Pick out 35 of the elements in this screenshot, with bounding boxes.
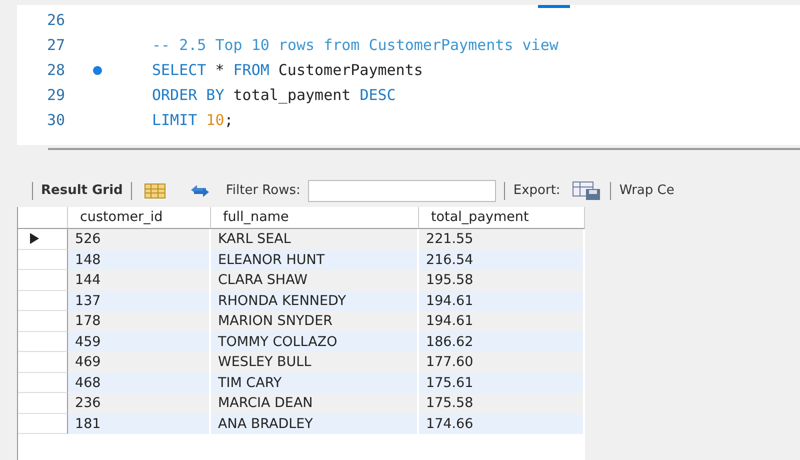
code-line: LIMIT 10; xyxy=(152,110,234,132)
column-header[interactable]: total_payment xyxy=(419,207,585,229)
table-cell: 137 xyxy=(68,290,211,311)
table-cell: TIM CARY xyxy=(211,372,419,393)
code-line: SELECT * FROM CustomerPayments xyxy=(152,60,423,82)
code-line: ORDER BY total_payment DESC xyxy=(152,85,397,106)
grid-layout-icon[interactable] xyxy=(144,183,166,199)
line-number: 27 xyxy=(46,35,65,56)
table-cell: ELEANOR HUNT xyxy=(211,250,419,270)
table-cell: RHONDA KENNEDY xyxy=(211,290,419,311)
table-cell: 181 xyxy=(68,414,211,434)
table-cell: 186.62 xyxy=(419,332,585,352)
table-cell: 216.54 xyxy=(419,250,585,270)
table-cell: TOMMY COLLAZO xyxy=(211,332,419,352)
code-line: -- 2.5 Top 10 rows from CustomerPayments view xyxy=(152,35,558,56)
table-cell: ANA BRADLEY xyxy=(211,414,419,434)
filter-label: Filter Rows: xyxy=(226,182,300,200)
column-header[interactable]: customer_id xyxy=(68,207,211,229)
line-number: 30 xyxy=(46,110,65,132)
line-number: 28 xyxy=(46,60,65,82)
export-icon[interactable] xyxy=(572,181,602,201)
table-cell: 194.61 xyxy=(419,290,585,311)
tab-indicator xyxy=(538,5,570,8)
table-cell: 174.66 xyxy=(419,414,585,434)
export-label: Export: xyxy=(513,182,560,200)
column-header[interactable]: full_name xyxy=(211,207,419,229)
line-number: 26 xyxy=(46,10,65,32)
line-number: 29 xyxy=(46,85,65,106)
table-cell: 148 xyxy=(68,250,211,270)
table-cell: 468 xyxy=(68,372,211,393)
table-cell: 459 xyxy=(68,332,211,352)
wrap-cell-label[interactable]: Wrap Ce xyxy=(619,181,674,201)
result-grid-tab[interactable]: Result Grid xyxy=(41,181,123,201)
table-cell: 175.61 xyxy=(419,372,585,393)
filter-input[interactable] xyxy=(308,180,496,202)
